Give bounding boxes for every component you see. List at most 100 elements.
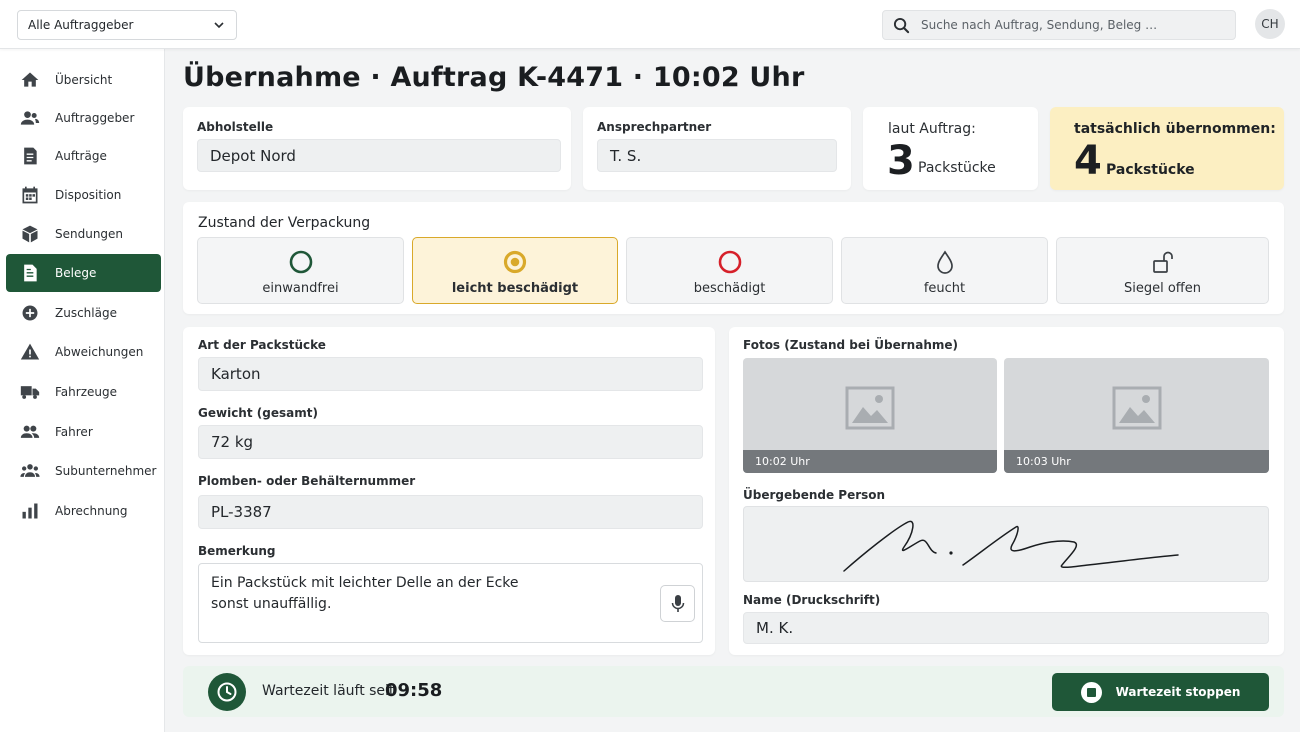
dictation-button[interactable] bbox=[660, 585, 695, 622]
stop-icon bbox=[1080, 681, 1102, 703]
clock-icon bbox=[217, 682, 237, 702]
top-bar: Alle Auftraggeber CH bbox=[0, 0, 1300, 49]
sidebar-item-label: Abweichungen bbox=[55, 345, 144, 359]
circle-damaged-icon bbox=[718, 250, 741, 274]
photos-label: Fotos (Zustand bei Übernahme) bbox=[743, 338, 958, 352]
sidebar-item-label: Sendungen bbox=[55, 227, 124, 241]
photo-timestamp: 10:03 Uhr bbox=[1004, 450, 1269, 473]
wait-status-text: Wartezeit läuft seit bbox=[262, 683, 395, 699]
wait-elapsed-time: 09:58 bbox=[385, 680, 443, 701]
contact-field[interactable]: T. S. bbox=[597, 139, 837, 172]
sidebar-item-label: Zuschläge bbox=[55, 306, 117, 320]
sidebar-item-zuschlaege[interactable]: Zuschläge bbox=[6, 294, 161, 332]
sidebar-item-label: Fahrer bbox=[55, 425, 93, 439]
ordered-count-value: 3 bbox=[887, 138, 915, 184]
received-count-value: 4 bbox=[1074, 138, 1102, 184]
pickup-label: Abholstelle bbox=[197, 120, 274, 134]
group-icon bbox=[20, 464, 40, 477]
condition-option-label: leicht beschädigt bbox=[451, 281, 579, 296]
sidebar-item-auftraggeber[interactable]: Auftraggeber bbox=[6, 99, 161, 137]
signature-pad[interactable] bbox=[743, 506, 1269, 582]
package-icon bbox=[22, 225, 38, 243]
calendar-icon bbox=[22, 186, 38, 204]
search-box[interactable] bbox=[882, 10, 1236, 40]
condition-option-label: Siegel offen bbox=[1123, 281, 1201, 296]
receipt-icon bbox=[24, 264, 37, 282]
condition-option-leicht-beschaedigt[interactable]: leicht beschädigt bbox=[412, 237, 618, 304]
remark-label: Bemerkung bbox=[198, 544, 276, 558]
signature-label: Übergebende Person bbox=[743, 488, 886, 502]
contact-label: Ansprechpartner bbox=[597, 120, 712, 134]
remark-line: Ein Packstück mit leichter Delle an der … bbox=[211, 575, 519, 591]
client-filter-value: Alle Auftraggeber bbox=[28, 18, 134, 32]
circle-ok-icon bbox=[289, 250, 312, 274]
sidebar-item-label: Disposition bbox=[55, 188, 122, 202]
sidebar-item-auftraege[interactable]: Aufträge bbox=[6, 137, 161, 175]
sidebar-item-fahrzeuge[interactable]: Fahrzeuge bbox=[6, 373, 161, 411]
warning-icon bbox=[20, 343, 40, 360]
sidebar-item-uebersicht[interactable]: Übersicht bbox=[6, 61, 161, 99]
sidebar-item-label: Fahrzeuge bbox=[55, 385, 117, 399]
sidebar-item-abrechnung[interactable]: Abrechnung bbox=[6, 492, 161, 530]
search-icon bbox=[893, 17, 910, 33]
received-count-unit: Packstücke bbox=[1106, 162, 1195, 178]
page-title: Übernahme · Auftrag K-4471 · 10:02 Uhr bbox=[183, 62, 805, 93]
photo-thumbnail[interactable]: 10:02 Uhr bbox=[743, 358, 997, 473]
sidebar-item-label: Abrechnung bbox=[55, 504, 128, 518]
sidebar: Übersicht Auftraggeber Aufträge Disposit… bbox=[0, 49, 165, 732]
sidebar-item-label: Übersicht bbox=[55, 73, 113, 87]
plus-circle-icon bbox=[22, 305, 38, 321]
image-placeholder-icon bbox=[845, 386, 895, 430]
client-filter-select[interactable]: Alle Auftraggeber bbox=[17, 10, 237, 40]
home-icon bbox=[21, 72, 39, 87]
photo-timestamp: 10:02 Uhr bbox=[743, 450, 997, 473]
circle-warning-icon bbox=[503, 250, 527, 274]
truck-icon bbox=[20, 386, 40, 399]
droplet-icon bbox=[936, 250, 953, 274]
sidebar-item-subunternehmer[interactable]: Subunternehmer bbox=[6, 452, 161, 490]
sidebar-item-belege[interactable]: Belege bbox=[6, 254, 161, 292]
remark-line: sonst unauffällig. bbox=[211, 596, 332, 612]
weight-label: Gewicht (gesamt) bbox=[198, 406, 318, 420]
print-name-field[interactable]: M. K. bbox=[743, 612, 1269, 644]
condition-option-feucht[interactable]: feucht bbox=[841, 237, 1048, 304]
user-avatar[interactable]: CH bbox=[1255, 9, 1285, 39]
sidebar-item-abweichungen[interactable]: Abweichungen bbox=[6, 333, 161, 371]
sidebar-item-label: Aufträge bbox=[55, 149, 107, 163]
document-icon bbox=[24, 147, 37, 165]
received-count-label: tatsächlich übernommen: bbox=[1074, 121, 1276, 137]
search-input[interactable] bbox=[921, 18, 1221, 32]
microphone-icon bbox=[671, 594, 684, 612]
package-type-field[interactable]: Karton bbox=[198, 357, 703, 391]
weight-field[interactable]: 72 kg bbox=[198, 425, 703, 459]
condition-option-siegel-offen[interactable]: Siegel offen bbox=[1056, 237, 1269, 304]
sidebar-item-label: Auftraggeber bbox=[55, 111, 135, 125]
pickup-field[interactable]: Depot Nord bbox=[197, 139, 561, 172]
users-icon bbox=[20, 111, 40, 125]
condition-option-label: einwandfrei bbox=[262, 281, 339, 296]
signature-drawing bbox=[843, 520, 1179, 572]
stop-wait-timer-button[interactable]: Wartezeit stoppen bbox=[1052, 673, 1269, 711]
seal-number-field[interactable]: PL-3387 bbox=[198, 495, 703, 529]
sidebar-item-label: Subunternehmer bbox=[55, 464, 157, 478]
sidebar-item-disposition[interactable]: Disposition bbox=[6, 176, 161, 214]
seal-number-label: Plomben- oder Behälternummer bbox=[198, 474, 416, 488]
photo-thumbnail[interactable]: 10:03 Uhr bbox=[1004, 358, 1269, 473]
condition-title: Zustand der Verpackung bbox=[198, 215, 371, 231]
remark-textarea[interactable]: Ein Packstück mit leichter Delle an der … bbox=[198, 563, 703, 643]
package-type-label: Art der Packstücke bbox=[198, 338, 326, 352]
ordered-count-label: laut Auftrag: bbox=[888, 121, 976, 137]
bar-chart-icon bbox=[22, 503, 38, 519]
ordered-count-unit: Packstücke bbox=[918, 160, 996, 176]
unlock-icon bbox=[1152, 251, 1173, 273]
stop-wait-timer-label: Wartezeit stoppen bbox=[1115, 685, 1241, 699]
drivers-icon bbox=[20, 425, 40, 438]
sidebar-item-label: Belege bbox=[55, 266, 97, 280]
condition-option-beschaedigt[interactable]: beschädigt bbox=[626, 237, 833, 304]
print-name-label: Name (Druckschrift) bbox=[743, 593, 881, 607]
image-placeholder-icon bbox=[1112, 386, 1161, 430]
condition-option-einwandfrei[interactable]: einwandfrei bbox=[197, 237, 404, 304]
sidebar-item-fahrer[interactable]: Fahrer bbox=[6, 413, 161, 451]
condition-option-label: feucht bbox=[923, 281, 966, 296]
sidebar-item-sendungen[interactable]: Sendungen bbox=[6, 215, 161, 253]
